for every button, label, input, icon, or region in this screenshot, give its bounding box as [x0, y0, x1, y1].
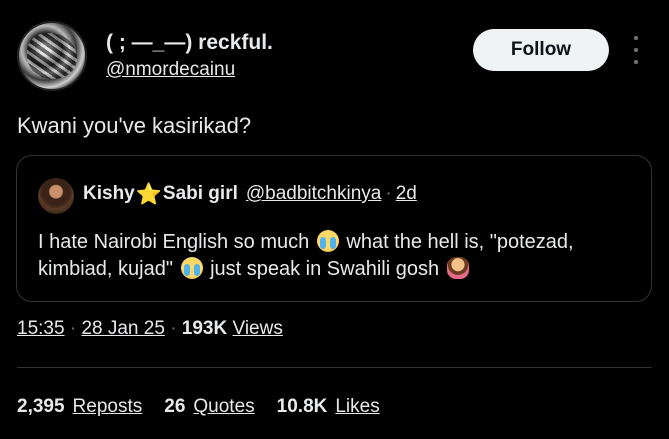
engagement-stats: 2,395 Reposts 26 Quotes 10.8K Likes	[17, 396, 380, 418]
quoted-text-line1: I hate Nairobi English so much what the …	[38, 230, 574, 254]
star-icon: ⭐	[135, 182, 162, 206]
reposts-count: 2,395	[17, 396, 65, 417]
likes-label[interactable]: Likes	[335, 396, 379, 418]
views-count: 193K	[181, 318, 228, 339]
loudly-crying-face-icon	[316, 230, 339, 252]
views-label[interactable]: Views	[233, 318, 283, 339]
quoted-name-part2[interactable]: Sabi girl	[163, 183, 238, 205]
quoted-name-part1[interactable]: Kishy	[83, 183, 135, 205]
author-avatar[interactable]	[17, 21, 87, 91]
quoted-text-2a: kimbiad, kujad"	[38, 258, 173, 280]
quoted-handle[interactable]: @badbitchkinya	[246, 183, 381, 205]
tweet-meta: 15:35 · 28 Jan 25 · 193K Views	[17, 318, 283, 340]
quoted-time[interactable]: 2d	[396, 183, 417, 205]
author-handle[interactable]: @nmordecainu	[106, 59, 235, 81]
more-icon[interactable]	[627, 36, 645, 64]
reposts-label[interactable]: Reposts	[73, 396, 143, 418]
quoted-separator: ·	[385, 183, 392, 204]
likes-stat[interactable]: 10.8K Likes	[277, 396, 380, 418]
tweet-text: Kwani you've kasirikad?	[17, 113, 252, 138]
quoted-text-2b: just speak in Swahili gosh	[210, 258, 440, 280]
quoted-avatar[interactable]	[38, 178, 74, 214]
quoted-text-1b: what the hell is, "potezad,	[346, 231, 574, 253]
meta-separator: ·	[170, 318, 177, 339]
quoted-text-1a: I hate Nairobi English so much	[38, 231, 310, 253]
quoted-text-line2: kimbiad, kujad" just speak in Swahili go…	[38, 257, 471, 281]
likes-count: 10.8K	[276, 396, 328, 417]
quoted-header: Kishy ⭐ Sabi girl @badbitchkinya · 2d	[83, 183, 417, 205]
author-display-name[interactable]: ( ; —_—) reckful.	[106, 31, 273, 55]
quotes-label[interactable]: Quotes	[193, 396, 254, 418]
loudly-crying-face-icon	[180, 257, 203, 279]
quotes-stat[interactable]: 26 Quotes	[164, 396, 254, 418]
reposts-stat[interactable]: 2,395 Reposts	[17, 396, 142, 418]
meta-separator: ·	[69, 318, 77, 339]
person-shrugging-icon	[446, 257, 469, 279]
tweet-time[interactable]: 15:35	[17, 318, 65, 339]
divider	[17, 367, 652, 368]
quotes-count: 26	[164, 396, 186, 417]
tweet-date[interactable]: 28 Jan 25	[81, 318, 164, 339]
follow-button[interactable]: Follow	[473, 29, 609, 71]
quoted-tweet[interactable]: Kishy ⭐ Sabi girl @badbitchkinya · 2d I …	[16, 155, 652, 302]
